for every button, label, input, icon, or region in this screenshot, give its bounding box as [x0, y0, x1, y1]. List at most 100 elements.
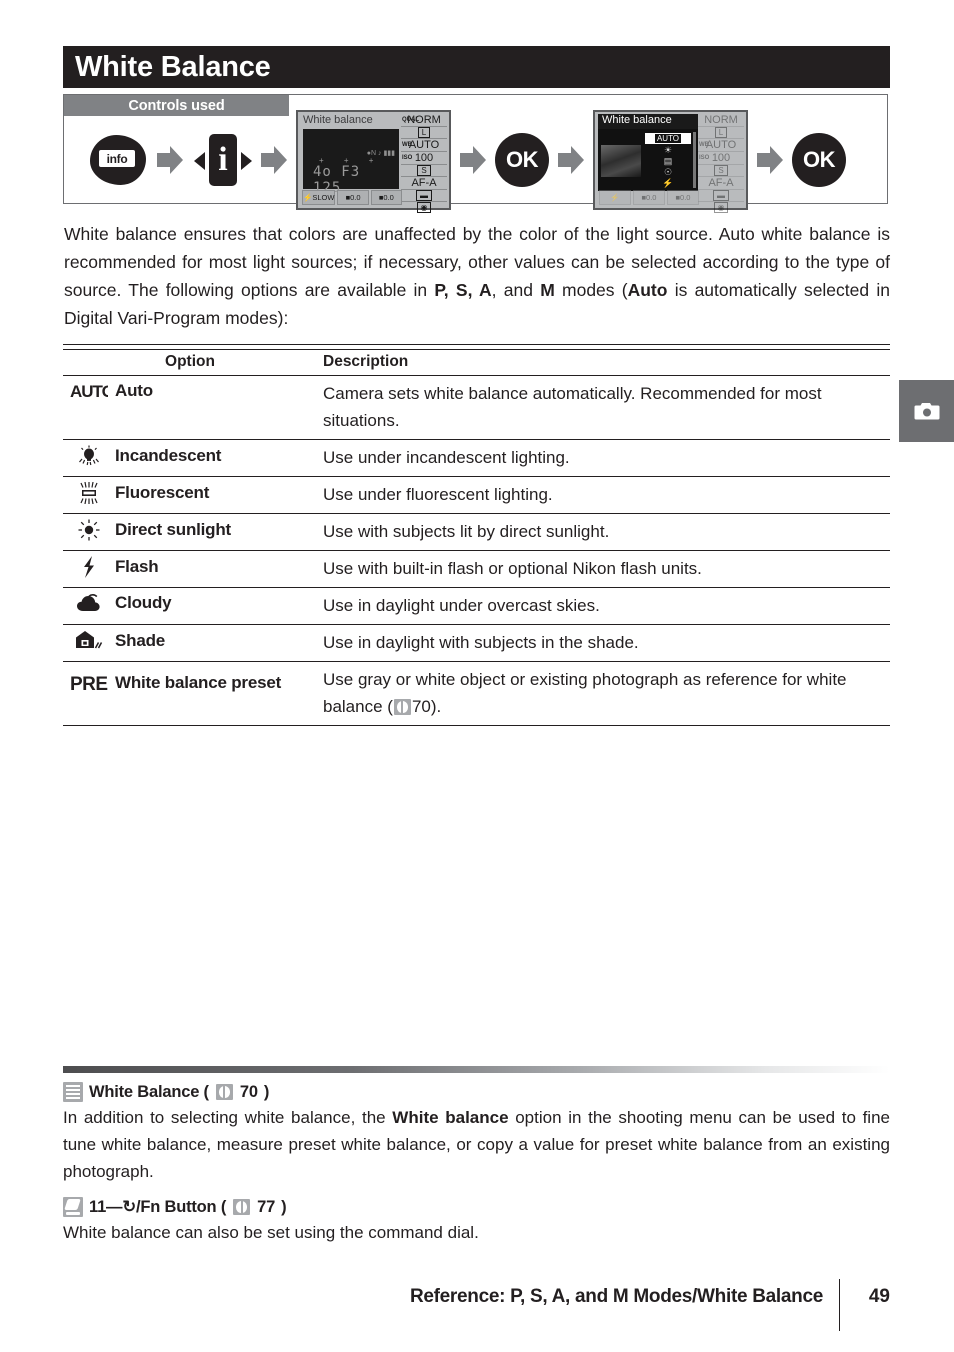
arrow-icon: [460, 145, 486, 175]
table-row: AUTO Auto Camera sets white balance auto…: [63, 375, 890, 440]
lcd-exposure-comp: ■ 0.0: [337, 190, 369, 205]
svg-text:PRE: PRE: [70, 674, 108, 694]
lcd-release-mode-row: S: [401, 165, 447, 177]
note-title-page: 70: [239, 1082, 258, 1101]
white-balance-options-table: Option Description AUTO Auto Camera sets…: [63, 344, 890, 727]
lcd-menu-quality-value: NORM: [704, 114, 738, 126]
option-description: Use gray or white object or existing pho…: [317, 661, 890, 726]
controls-step-sequence: info i White balance ●N ♪ ▮▮▮ + + + 4o F…: [64, 110, 889, 213]
option-cell: Shade: [63, 624, 317, 662]
note-title-pre: White Balance (: [89, 1082, 209, 1101]
table-row: Incandescent Use under incandescent ligh…: [63, 439, 890, 477]
lcd-iso-value: 100: [414, 152, 434, 164]
multi-selector-label: i: [218, 141, 228, 178]
note-body-pre: In addition to selecting white balance, …: [63, 1108, 393, 1127]
chapter-side-tab: [899, 380, 954, 442]
wb-incandescent-icon: [63, 445, 115, 467]
notes-divider: [63, 1066, 890, 1073]
note-title-post: ): [281, 1197, 287, 1216]
option-label: Fluorescent: [115, 483, 210, 502]
lcd-menu-wb-prefix: WB: [699, 142, 709, 148]
lcd-menu-flash-icon: ⚡: [662, 178, 674, 188]
intro-part3: modes (: [554, 280, 628, 300]
lcd-menu-side-column: NORM L WB AUTO ISO 100 S AF-A ▬ ◉: [698, 114, 744, 213]
lcd-iso-prefix: ISO: [402, 155, 413, 161]
option-cell: AUTO Auto: [63, 375, 317, 440]
lcd-menu-scrollbar: [693, 132, 696, 188]
option-label: White balance preset: [115, 673, 282, 692]
option-label: Auto: [115, 381, 153, 400]
multi-selector-icon: i: [194, 134, 252, 186]
lcd-menu-option-list: AUTO ☀ ▤ ☉ ⚡: [644, 133, 692, 188]
lcd-menu-afarea-icon: ▬: [713, 190, 729, 201]
option-label: Shade: [115, 631, 166, 650]
option-cell: Fluorescent: [63, 476, 317, 514]
footer-page-number: 49: [868, 1286, 890, 1307]
table-row: Cloudy Use in daylight under overcast sk…: [63, 587, 890, 625]
ok-button-icon: OK: [495, 133, 549, 187]
notes-section: White Balance ( 70) In addition to select…: [63, 1080, 890, 1246]
lcd-menu-incandescent-icon: ☀: [663, 145, 673, 155]
note-title-pre: 11—↻/Fn Button (: [89, 1198, 227, 1216]
page-reference-icon: [215, 1084, 233, 1100]
option-description: Use in daylight with subjects in the sha…: [317, 624, 890, 662]
wb-cloudy-icon: [63, 593, 115, 613]
table-row: PRE White balance preset Use gray or whi…: [63, 661, 890, 726]
option-label: Flash: [115, 557, 159, 576]
option-description: Use under incandescent lighting.: [317, 439, 890, 477]
option-description: Use under fluorescent lighting.: [317, 476, 890, 514]
page-reference-icon: [233, 1199, 251, 1215]
intro-part2: , and: [491, 280, 541, 300]
lcd-iso-row: ISO 100: [401, 152, 447, 165]
option-description: Use with built-in flash or optional Niko…: [317, 550, 890, 588]
lcd-menu-size-value: L: [714, 127, 728, 138]
note-body-pre: White balance can also be set using the …: [63, 1223, 479, 1242]
controls-used-box: Controls used info i White balance ●N ♪ …: [63, 94, 889, 213]
table-row: Flash Use with built-in flash or optiona…: [63, 550, 890, 588]
lcd-menu-release-value: S: [714, 165, 728, 176]
lcd-menu-selected-label: AUTO: [654, 134, 682, 143]
arrow-icon: [157, 145, 183, 175]
lcd-menu-wb-value: AUTO: [705, 139, 737, 151]
lcd-menu-selected-option: AUTO: [645, 133, 691, 144]
lcd-menu-iso-prefix: ISO: [699, 155, 710, 161]
lcd-af-area-icon: ▬: [416, 190, 432, 201]
lcd-menu-iso-value: 100: [711, 152, 731, 164]
multi-selector-right-arrow-icon: [241, 152, 252, 170]
option-cell: PRE White balance preset: [63, 661, 317, 726]
lcd-release-mode-value: S: [417, 165, 431, 176]
lcd-image-size-row: L: [401, 127, 447, 139]
option-description: Use with subjects lit by direct sunlight…: [317, 513, 890, 551]
lcd-main-area: ●N ♪ ▮▮▮ + + + 4o F3 125: [303, 129, 399, 196]
info-button-label: info: [99, 150, 135, 167]
lcd-bottom-bar: ⚡ SLOW ■ 0.0 ■ 0.0: [302, 190, 402, 205]
manual-page: White Balance Controls used info i White…: [0, 0, 954, 1352]
table-row: Shade Use in daylight with subjects in t…: [63, 624, 890, 662]
table-row: Fluorescent Use under fluorescent lighti…: [63, 476, 890, 514]
option-cell: Incandescent: [63, 439, 317, 477]
arrow-icon: [757, 145, 783, 175]
lcd-menu-direct-sunlight-icon: ☉: [663, 167, 673, 177]
table-header-row: Option Description: [63, 350, 890, 376]
lcd-menu-release-row: S: [698, 165, 744, 177]
lcd-metering-row: ◉: [401, 202, 447, 213]
note-body: White balance can also be set using the …: [63, 1219, 890, 1246]
lcd-menu-afarea-row: ▬: [698, 190, 744, 202]
intro-modes: P, S, A: [434, 280, 492, 300]
lcd-heading: White balance: [303, 114, 373, 126]
lcd-menu-af-value: AF-A: [708, 177, 734, 189]
lcd-menu-af-row: AF-A: [698, 177, 744, 190]
lcd-menu-wb-row: WB AUTO: [698, 139, 744, 152]
footer-chapter-title: Reference: P, S, A, and M Modes/White Ba…: [409, 1286, 823, 1307]
lcd-flash-mode-value: SLOW: [312, 193, 335, 202]
lcd-menu-body: AUTO ☀ ▤ ☉ ⚡: [598, 129, 698, 191]
lcd-info-display: White balance ●N ♪ ▮▮▮ + + + 4o F3 125 Q…: [296, 110, 451, 213]
option-label: Direct sunlight: [115, 520, 232, 539]
option-label: Cloudy: [115, 593, 172, 612]
lcd-wb-value: AUTO: [408, 139, 440, 151]
lcd-menu-exp-value: 0.0: [646, 193, 657, 202]
wb-shade-icon: [63, 630, 115, 652]
lcd-wb-prefix: WB: [402, 142, 412, 148]
menu-icon: [63, 1082, 83, 1102]
page-title-bar: White Balance: [63, 46, 890, 88]
